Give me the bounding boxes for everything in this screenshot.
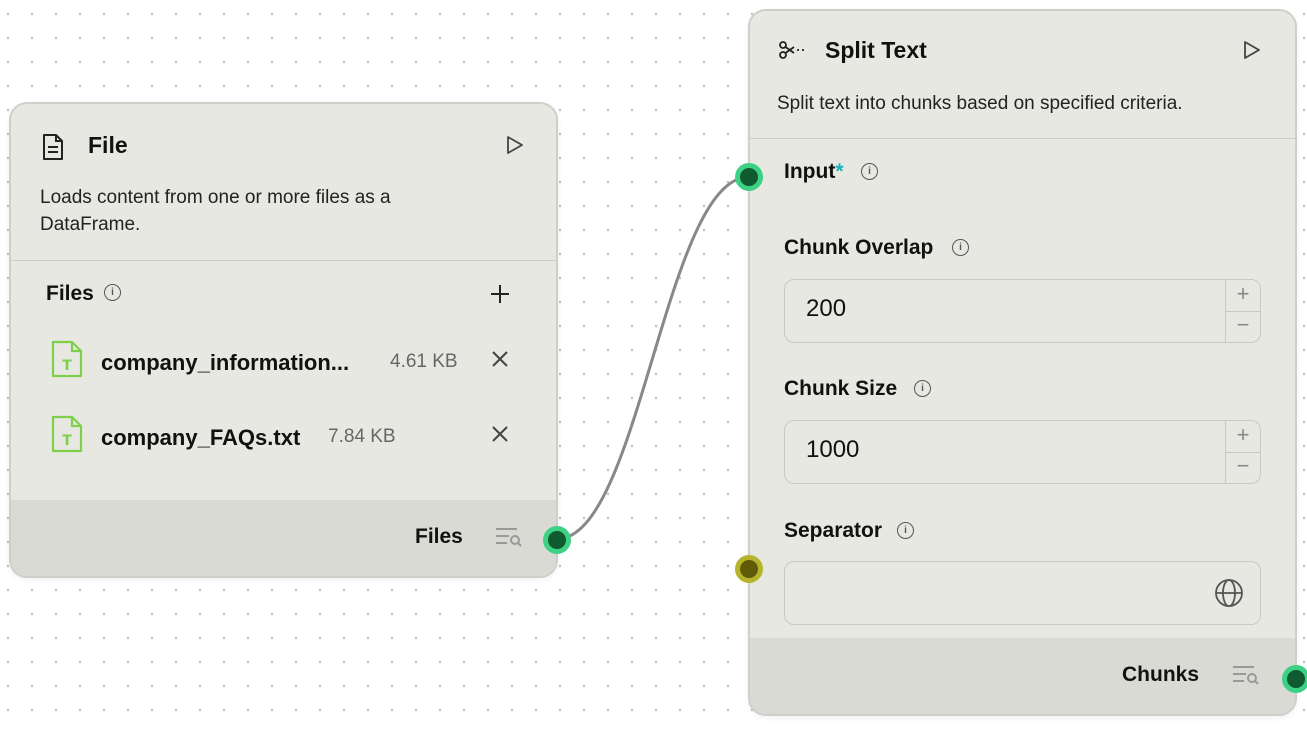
info-icon[interactable]: i [104,284,121,301]
file-node-footer: Files [11,500,556,576]
chunk-overlap-input[interactable]: 200 + − [784,279,1261,343]
chunk-overlap-label: Chunk Overlap [784,236,934,259]
chunk-size-label: Chunk Size [784,377,898,400]
split-text-node[interactable]: Split Text Split text into chunks based … [735,9,1307,716]
output-label: Files [415,525,463,548]
output-label: Chunks [1122,663,1200,686]
input-label: Input* [784,160,844,183]
file-node-title: File [88,132,128,158]
separator-label: Separator [784,519,883,542]
input-handle[interactable] [735,163,763,191]
chunk-size-input[interactable]: 1000 + − [784,420,1261,484]
required-marker: * [835,160,844,183]
quantity-stepper[interactable]: + − [1225,421,1260,483]
quantity-stepper[interactable]: + − [1225,280,1260,342]
files-label: Files [46,282,94,305]
split-node-divider [750,138,1295,139]
list-search-icon[interactable] [1232,664,1260,691]
increment-button[interactable]: + [1226,421,1260,453]
split-node-description: Split text into chunks based on specifie… [777,93,1183,114]
split-node-title: Split Text [825,37,927,63]
decrement-button[interactable]: − [1226,311,1260,342]
play-icon[interactable] [1243,40,1261,65]
chunk-size-value: 1000 [806,436,860,463]
close-icon[interactable] [490,348,510,376]
files-output-handle[interactable] [543,526,571,554]
increment-button[interactable]: + [1226,280,1260,312]
info-icon[interactable]: i [861,163,878,180]
decrement-button[interactable]: − [1226,452,1260,483]
info-icon[interactable]: i [914,380,931,397]
file-name: company_information... [101,350,350,375]
list-item[interactable]: T company_information... 4.61 KB [11,340,556,384]
file-node-divider [11,260,556,261]
list-search-icon[interactable] [495,526,523,553]
play-icon[interactable] [506,135,524,160]
file-size: 7.84 KB [328,426,396,447]
file-name: company_FAQs.txt [101,425,301,450]
split-node-footer: Chunks [750,638,1295,714]
document-icon [42,134,64,165]
chunk-overlap-value: 200 [806,295,847,322]
file-node-description: Loads content from one or more files as … [40,187,391,235]
file-node[interactable]: File Loads content from one or more file… [9,102,571,578]
info-icon[interactable]: i [897,522,914,539]
separator-input[interactable] [784,561,1261,625]
globe-icon[interactable] [1214,578,1244,613]
info-icon[interactable]: i [952,239,969,256]
text-file-icon: T [51,415,83,458]
chunks-output-handle[interactable] [1282,665,1307,693]
file-size: 4.61 KB [390,351,458,372]
plus-icon[interactable] [490,284,510,309]
svg-text:T: T [62,358,72,374]
text-file-icon: T [51,340,83,383]
scissors-icon [778,40,806,65]
list-item[interactable]: T company_FAQs.txt 7.84 KB [11,415,556,459]
close-icon[interactable] [490,423,510,451]
svg-text:T: T [62,433,72,449]
separator-handle[interactable] [735,555,763,583]
